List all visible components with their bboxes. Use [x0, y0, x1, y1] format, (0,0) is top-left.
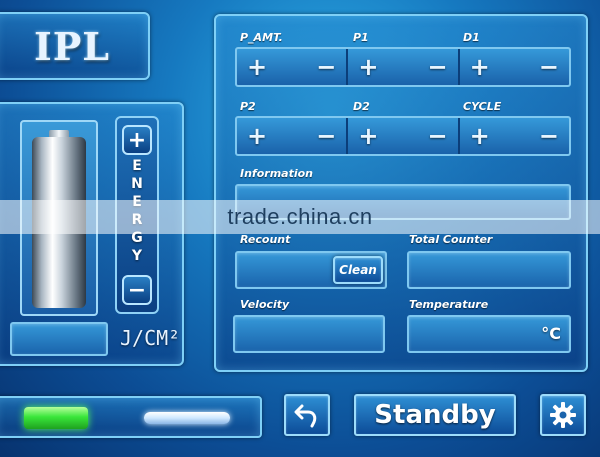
- energy-letter: N: [131, 176, 143, 192]
- cycle-increase-button[interactable]: +: [470, 124, 490, 148]
- d2-decrease-button[interactable]: −: [428, 124, 448, 148]
- param-label-d2: D2: [353, 100, 370, 113]
- param-label-p-amt: P_AMT.: [240, 31, 283, 44]
- watermark: trade.china.cn: [0, 200, 600, 234]
- back-button[interactable]: [284, 394, 330, 436]
- settings-button[interactable]: [540, 394, 586, 436]
- d2-increase-button[interactable]: +: [358, 124, 378, 148]
- p1-decrease-button[interactable]: −: [428, 55, 448, 79]
- gear-icon: [550, 402, 576, 428]
- param-label-cycle: CYCLE: [463, 100, 502, 113]
- clean-button[interactable]: Clean: [333, 256, 383, 284]
- information-label: Information: [240, 167, 313, 180]
- watermark-text: trade.china.cn: [227, 204, 373, 229]
- param-control-d1: + −: [460, 49, 569, 85]
- energy-panel: J/CM² + E N E R G Y −: [0, 102, 184, 366]
- status-bar: [0, 396, 262, 438]
- velocity-field: [233, 315, 385, 353]
- d1-decrease-button[interactable]: −: [539, 55, 559, 79]
- param-row-1: + − + − + −: [235, 47, 571, 87]
- param-row-2: + − + − + −: [235, 116, 571, 156]
- energy-letter: Y: [131, 248, 143, 264]
- p2-increase-button[interactable]: +: [247, 124, 267, 148]
- p2-decrease-button[interactable]: −: [316, 124, 336, 148]
- energy-value-field: [10, 322, 108, 356]
- param-label-d1: D1: [463, 31, 480, 44]
- p-amt-increase-button[interactable]: +: [247, 55, 267, 79]
- d1-increase-button[interactable]: +: [470, 55, 490, 79]
- recount-label: Recount: [240, 233, 291, 246]
- parameters-panel: P_AMT. P1 D1 + − + − + − P2 D2 CYCLE + −…: [214, 14, 588, 372]
- plus-icon: +: [127, 127, 147, 153]
- p-amt-decrease-button[interactable]: −: [316, 55, 336, 79]
- energy-unit: J/CM²: [120, 326, 181, 350]
- standby-button[interactable]: Standby: [354, 394, 516, 436]
- energy-decrease-button[interactable]: −: [122, 275, 152, 305]
- p1-increase-button[interactable]: +: [358, 55, 378, 79]
- param-control-p2: + −: [237, 118, 349, 154]
- param-control-cycle: + −: [460, 118, 569, 154]
- standby-button-label: Standby: [374, 400, 496, 430]
- velocity-label: Velocity: [240, 298, 290, 311]
- lamp-indicator: [144, 412, 230, 424]
- total-counter-label: Total Counter: [409, 233, 493, 246]
- clean-button-label: Clean: [339, 263, 377, 277]
- temperature-unit: °C: [541, 324, 561, 343]
- param-control-p-amt: + −: [237, 49, 349, 85]
- title-panel: IPL: [0, 12, 150, 80]
- param-label-p1: P1: [353, 31, 369, 44]
- energy-increase-button[interactable]: +: [122, 125, 152, 155]
- app-title: IPL: [33, 23, 111, 69]
- param-control-p1: + −: [348, 49, 460, 85]
- temperature-label: Temperature: [409, 298, 489, 311]
- total-counter-field: [407, 251, 571, 289]
- recount-field: Clean: [235, 251, 387, 289]
- energy-letter: E: [132, 158, 142, 174]
- param-label-p2: P2: [240, 100, 256, 113]
- status-indicator: [24, 407, 88, 429]
- back-arrow-icon: [294, 404, 317, 428]
- cycle-decrease-button[interactable]: −: [539, 124, 559, 148]
- minus-icon: −: [127, 277, 147, 303]
- temperature-field: °C: [407, 315, 571, 353]
- param-control-d2: + −: [348, 118, 460, 154]
